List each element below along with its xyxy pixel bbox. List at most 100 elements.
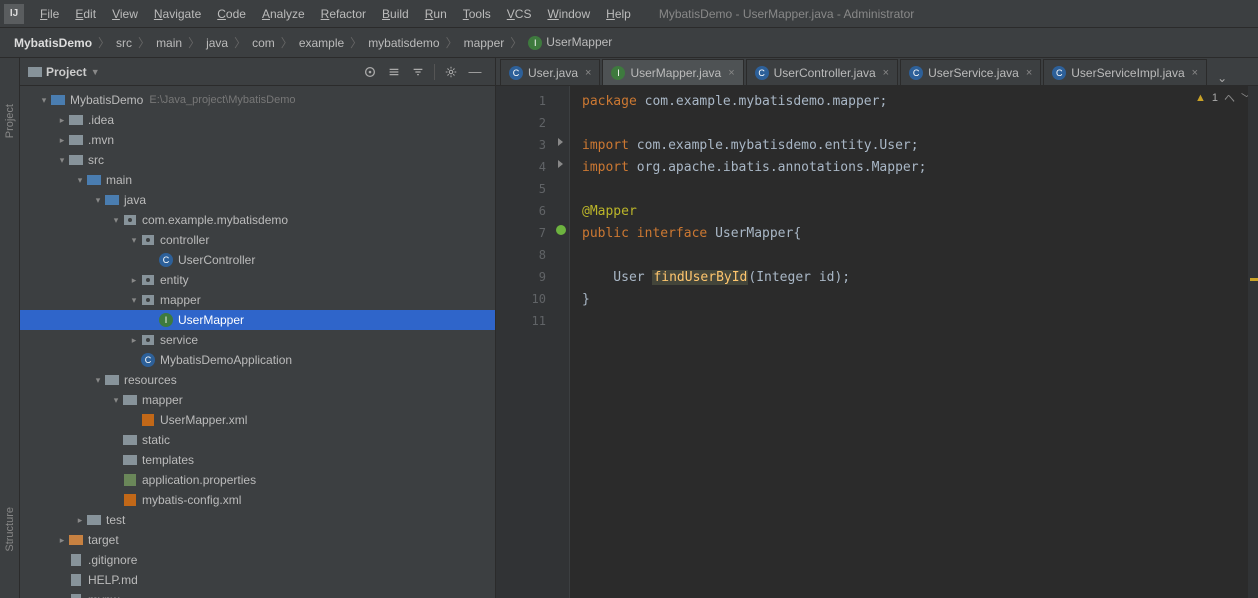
expand-all-icon[interactable] <box>384 62 404 82</box>
tree-node[interactable]: static <box>20 430 495 450</box>
tree-node[interactable]: ▾java <box>20 190 495 210</box>
menu-refactor[interactable]: Refactor <box>313 3 374 25</box>
error-stripe[interactable] <box>1248 86 1258 598</box>
tree-node[interactable]: mvnw <box>20 590 495 598</box>
close-icon[interactable]: × <box>1026 67 1032 79</box>
tree-node[interactable]: HELP.md <box>20 570 495 590</box>
line-number[interactable]: 10 <box>496 288 552 310</box>
close-icon[interactable]: × <box>728 67 734 79</box>
tree-node[interactable]: ▾MybatisDemoE:\Java_project\MybatisDemo <box>20 90 495 110</box>
tree-arrow-icon[interactable]: ▾ <box>92 375 104 386</box>
collapse-all-icon[interactable] <box>408 62 428 82</box>
prev-highlight-icon[interactable]: ヘ <box>1224 90 1235 106</box>
breadcrumb-item[interactable]: mybatisdemo <box>364 36 443 50</box>
code-editor[interactable]: package com.example.mybatisdemo.mapper; i… <box>570 86 1258 598</box>
menu-analyze[interactable]: Analyze <box>254 3 313 25</box>
menu-edit[interactable]: Edit <box>67 3 104 25</box>
menu-view[interactable]: View <box>104 3 146 25</box>
breadcrumb-item[interactable]: main <box>152 36 186 50</box>
line-number[interactable]: 4 <box>496 156 552 178</box>
tree-node[interactable]: IUserMapper <box>20 310 495 330</box>
code-line[interactable]: User findUserById(Integer id); <box>582 266 1258 288</box>
tree-node[interactable]: ▸entity <box>20 270 495 290</box>
code-line[interactable] <box>582 178 1258 200</box>
menu-tools[interactable]: Tools <box>455 3 499 25</box>
project-tree[interactable]: ▾MybatisDemoE:\Java_project\MybatisDemo▸… <box>20 86 495 598</box>
tree-node[interactable]: ▸.idea <box>20 110 495 130</box>
tree-node[interactable]: ▸.mvn <box>20 130 495 150</box>
line-number[interactable]: 1 <box>496 90 552 112</box>
code-line[interactable]: import org.apache.ibatis.annotations.Map… <box>582 156 1258 178</box>
tree-arrow-icon[interactable]: ▾ <box>110 215 122 226</box>
fold-icon[interactable] <box>554 135 568 149</box>
tree-arrow-icon[interactable]: ▸ <box>128 275 140 286</box>
editor-tab[interactable]: CUser.java× <box>500 59 600 85</box>
line-number[interactable]: 8 <box>496 244 552 266</box>
breadcrumb-item[interactable]: src <box>112 36 136 50</box>
menu-help[interactable]: Help <box>598 3 639 25</box>
tree-arrow-icon[interactable]: ▾ <box>38 95 50 106</box>
fold-icon[interactable] <box>554 157 568 171</box>
tree-node[interactable]: mybatis-config.xml <box>20 490 495 510</box>
code-line[interactable]: package com.example.mybatisdemo.mapper; <box>582 90 1258 112</box>
dropdown-icon[interactable]: ▼ <box>91 67 100 77</box>
tree-node[interactable]: ▾src <box>20 150 495 170</box>
settings-icon[interactable] <box>441 62 461 82</box>
tree-arrow-icon[interactable]: ▾ <box>74 175 86 186</box>
menu-build[interactable]: Build <box>374 3 417 25</box>
stripe-mark[interactable] <box>1250 278 1258 281</box>
tree-node[interactable]: UserMapper.xml <box>20 410 495 430</box>
code-line[interactable]: } <box>582 288 1258 310</box>
code-line[interactable] <box>582 244 1258 266</box>
menu-code[interactable]: Code <box>209 3 254 25</box>
code-line[interactable]: @Mapper <box>582 200 1258 222</box>
close-icon[interactable]: × <box>1192 67 1198 79</box>
tree-node[interactable]: ▾main <box>20 170 495 190</box>
line-number[interactable]: 5 <box>496 178 552 200</box>
tree-node[interactable]: ▾mapper <box>20 290 495 310</box>
tree-node[interactable]: ▾resources <box>20 370 495 390</box>
breadcrumb-item[interactable]: MybatisDemo <box>10 36 96 50</box>
line-number[interactable]: 7 <box>496 222 552 244</box>
tree-arrow-icon[interactable]: ▾ <box>56 155 68 166</box>
code-line[interactable]: public interface UserMapper{ <box>582 222 1258 244</box>
tree-node[interactable]: templates <box>20 450 495 470</box>
breadcrumb-item[interactable]: com <box>248 36 279 50</box>
tree-node[interactable]: ▸test <box>20 510 495 530</box>
menu-run[interactable]: Run <box>417 3 455 25</box>
tree-node[interactable]: application.properties <box>20 470 495 490</box>
menu-file[interactable]: File <box>32 3 67 25</box>
tree-node[interactable]: ▾com.example.mybatisdemo <box>20 210 495 230</box>
inspection-strip[interactable]: ▲ 1 ヘ ﹀ <box>1195 90 1252 106</box>
tree-node[interactable]: CMybatisDemoApplication <box>20 350 495 370</box>
editor-tab[interactable]: IUserMapper.java× <box>602 59 743 85</box>
tree-arrow-icon[interactable]: ▸ <box>56 115 68 126</box>
breadcrumb-item[interactable]: IUserMapper <box>524 35 616 50</box>
tab-overflow-icon[interactable]: ⌄ <box>1209 71 1235 85</box>
tree-arrow-icon[interactable]: ▾ <box>110 395 122 406</box>
line-number[interactable]: 6 <box>496 200 552 222</box>
tree-arrow-icon[interactable]: ▸ <box>56 135 68 146</box>
tree-arrow-icon[interactable]: ▸ <box>128 335 140 346</box>
tree-arrow-icon[interactable]: ▾ <box>128 295 140 306</box>
tree-node[interactable]: ▸target <box>20 530 495 550</box>
tree-arrow-icon[interactable]: ▾ <box>92 195 104 206</box>
tree-node[interactable]: ▾controller <box>20 230 495 250</box>
code-line[interactable]: import com.example.mybatisdemo.entity.Us… <box>582 134 1258 156</box>
tree-arrow-icon[interactable]: ▸ <box>74 515 86 526</box>
siderail-project[interactable]: Project <box>4 98 16 144</box>
tree-node[interactable]: ▾mapper <box>20 390 495 410</box>
editor-tab[interactable]: CUserServiceImpl.java× <box>1043 59 1207 85</box>
close-icon[interactable]: × <box>883 67 889 79</box>
line-number[interactable]: 2 <box>496 112 552 134</box>
tree-node[interactable]: ▸service <box>20 330 495 350</box>
tree-arrow-icon[interactable]: ▸ <box>56 535 68 546</box>
breadcrumb-item[interactable]: example <box>295 36 348 50</box>
hide-icon[interactable]: — <box>465 62 485 82</box>
siderail-structure[interactable]: Structure <box>4 501 16 558</box>
editor-tab[interactable]: CUserService.java× <box>900 59 1041 85</box>
tree-node[interactable]: CUserController <box>20 250 495 270</box>
code-line[interactable] <box>582 112 1258 134</box>
menu-vcs[interactable]: VCS <box>499 3 540 25</box>
breadcrumb-item[interactable]: mapper <box>460 36 509 50</box>
